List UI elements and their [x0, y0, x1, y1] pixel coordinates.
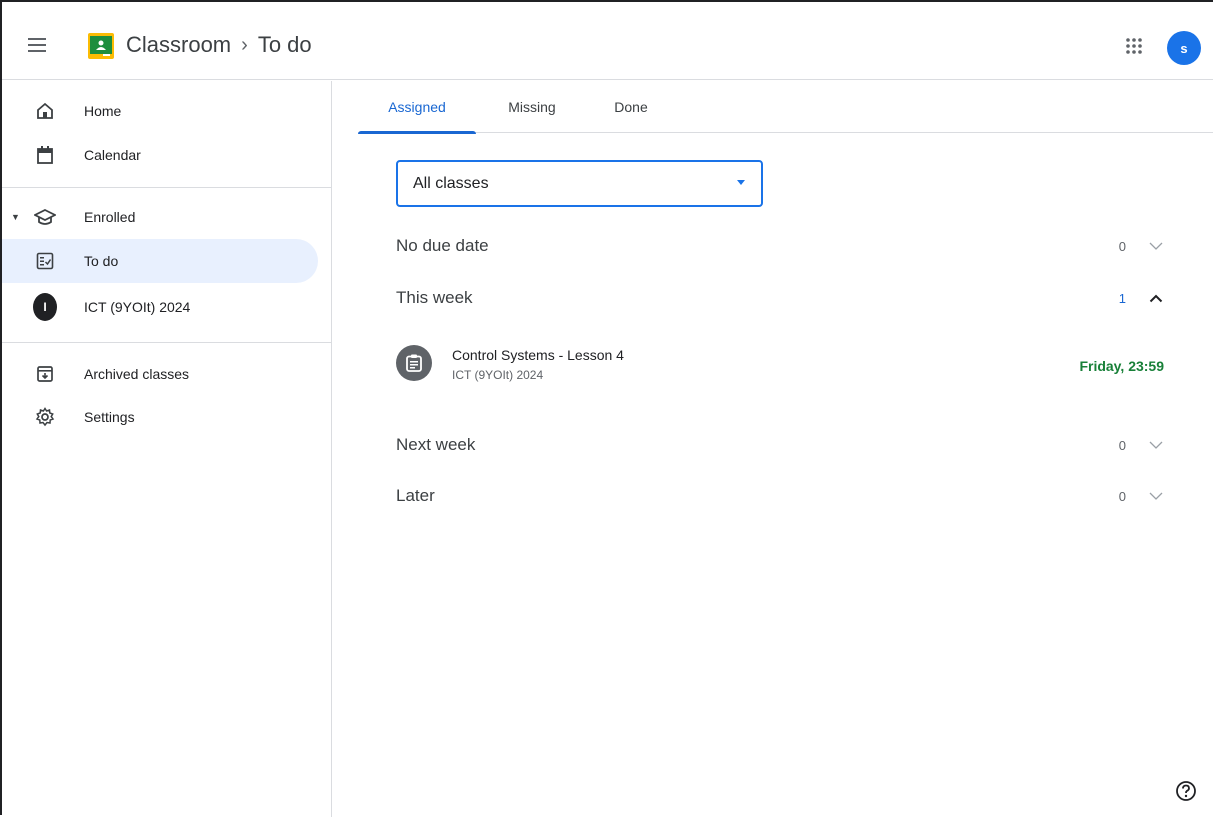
section-title: This week	[396, 288, 473, 307]
hamburger-icon	[28, 38, 46, 52]
sidebar-item-label: Enrolled	[84, 209, 136, 225]
todo-checklist-icon	[33, 249, 57, 273]
dropdown-arrow-icon	[737, 180, 745, 185]
sidebar-item-label: Archived classes	[84, 366, 190, 382]
class-filter-dropdown[interactable]: All classes	[396, 160, 763, 207]
graduation-cap-icon	[33, 205, 57, 229]
calendar-icon	[33, 143, 57, 167]
chevron-up-icon[interactable]	[1148, 290, 1164, 306]
tab-missing[interactable]: Missing	[486, 81, 578, 133]
sidebar-item-label: To do	[84, 253, 119, 269]
sidebar-item-enrolled[interactable]: ▼ Enrolled	[2, 195, 318, 239]
section-count: 1	[1118, 290, 1126, 306]
sidebar-item-home[interactable]: Home	[2, 89, 318, 133]
task-due-date: Friday, 23:59	[1079, 358, 1164, 374]
tab-active-indicator	[358, 131, 476, 134]
sidebar-item-archived-classes[interactable]: Archived classes	[2, 352, 318, 396]
gear-icon	[33, 405, 57, 429]
caret-down-icon[interactable]: ▼	[11, 212, 20, 222]
sidebar-item-label: Settings	[84, 409, 135, 425]
classroom-logo-icon[interactable]	[88, 33, 114, 59]
sidebar-divider	[2, 342, 332, 343]
sidebar-item-settings[interactable]: Settings	[2, 395, 318, 439]
tab-done[interactable]: Done	[584, 81, 678, 133]
task-item[interactable]: Control Systems - Lesson 4 ICT (9YOIt) 2…	[396, 339, 1176, 393]
top-bar: Classroom › To do s	[2, 2, 1213, 80]
task-title: Control Systems - Lesson 4	[452, 347, 624, 363]
section-title: Later	[396, 486, 435, 505]
section-title: Next week	[396, 435, 476, 454]
sidebar: Home Calendar ▼ Enrolled To do I ICT (9Y…	[2, 81, 332, 817]
section-count: 0	[1118, 437, 1126, 453]
main-content: Assigned Missing Done All classes No due…	[333, 81, 1213, 817]
archive-icon	[33, 362, 57, 386]
section-title: No due date	[396, 236, 489, 255]
account-avatar[interactable]: s	[1167, 31, 1201, 65]
sidebar-item-label: Home	[84, 103, 122, 119]
class-filter-value: All classes	[413, 174, 489, 192]
section-next-week[interactable]: Next week 0	[396, 427, 1176, 463]
help-button[interactable]	[1174, 779, 1198, 803]
assignment-icon	[396, 345, 432, 381]
main-menu-button[interactable]	[22, 30, 52, 60]
tab-bar: Assigned Missing Done	[358, 81, 1213, 134]
section-no-due-date[interactable]: No due date 0	[396, 228, 1176, 264]
breadcrumb-app-link[interactable]: Classroom	[126, 32, 231, 58]
sidebar-item-label: Calendar	[84, 147, 141, 163]
google-apps-button[interactable]	[1120, 32, 1148, 60]
sidebar-divider	[2, 187, 332, 188]
app-frame: Classroom › To do s Home Calendar ▼ Enro…	[0, 0, 1213, 817]
section-count: 0	[1118, 488, 1126, 504]
chevron-down-icon[interactable]	[1148, 238, 1164, 254]
tab-label: Missing	[508, 99, 556, 115]
section-count: 0	[1118, 238, 1126, 254]
tab-label: Assigned	[388, 99, 446, 115]
chevron-down-icon[interactable]	[1148, 488, 1164, 504]
section-later[interactable]: Later 0	[396, 478, 1176, 514]
sidebar-item-todo[interactable]: To do	[2, 239, 318, 283]
task-class-name: ICT (9YOIt) 2024	[452, 368, 544, 382]
breadcrumb-separator: ›	[241, 33, 248, 56]
chevron-down-icon[interactable]	[1148, 437, 1164, 453]
sidebar-item-label: ICT (9YOIt) 2024	[84, 299, 191, 315]
home-icon	[33, 99, 57, 123]
tab-assigned[interactable]: Assigned	[358, 81, 476, 134]
help-icon	[1176, 781, 1196, 801]
class-avatar: I	[33, 293, 57, 321]
sidebar-item-class-ict[interactable]: I ICT (9YOIt) 2024	[2, 285, 318, 329]
section-this-week[interactable]: This week 1	[396, 280, 1176, 316]
tab-label: Done	[614, 99, 648, 115]
breadcrumb: Classroom › To do	[126, 32, 312, 58]
class-avatar-letter: I	[33, 293, 57, 321]
breadcrumb-current-page: To do	[257, 32, 312, 57]
sidebar-item-calendar[interactable]: Calendar	[2, 133, 318, 177]
apps-grid-icon	[1126, 38, 1142, 54]
